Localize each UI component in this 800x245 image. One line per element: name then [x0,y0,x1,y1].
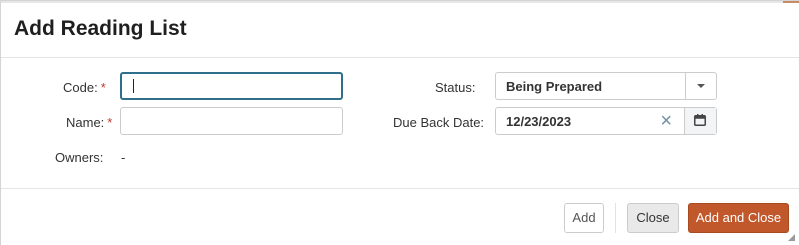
resize-handle-icon[interactable] [788,234,795,241]
close-icon[interactable]: × [660,110,672,132]
name-required-marker: * [107,115,113,130]
name-label-text: Name: [66,115,105,130]
due-back-date-input[interactable]: 12/23/2023 × [495,107,717,135]
text-cursor [133,79,134,93]
code-input[interactable] [120,72,343,100]
dialog-header: Add Reading List [1,3,799,58]
owners-value: - [121,150,126,165]
calendar-icon [694,114,706,126]
status-dropdown-toggle[interactable] [685,73,716,99]
calendar-button[interactable] [684,108,716,134]
chevron-down-icon [697,84,705,88]
status-label: Status: [435,80,476,95]
dialog-body: Code: * Name: * Owners: - Status: Being Pr… [1,58,799,188]
status-select[interactable]: Being Prepared [495,72,717,100]
add-and-close-button[interactable]: Add and Close [688,203,789,233]
add-reading-list-dialog: Add Reading List Code: * Name: * Owners: -… [0,0,800,245]
code-required-marker: * [100,80,106,95]
close-button[interactable]: Close [627,203,679,233]
due-back-date-label: Due Back Date: [393,115,485,130]
code-label-text: Code: [63,80,98,95]
add-button[interactable]: Add [564,203,604,233]
name-input[interactable] [120,107,343,135]
due-back-date-value: 12/23/2023 [506,114,572,129]
dialog-footer: Add Close Add and Close [1,188,799,245]
footer-separator [615,203,616,233]
dialog-title: Add Reading List [14,17,187,40]
owners-label: Owners: [55,150,104,165]
status-selected-value: Being Prepared [506,79,603,94]
name-label: Name: * [66,115,112,130]
code-label: Code: * [63,80,106,95]
